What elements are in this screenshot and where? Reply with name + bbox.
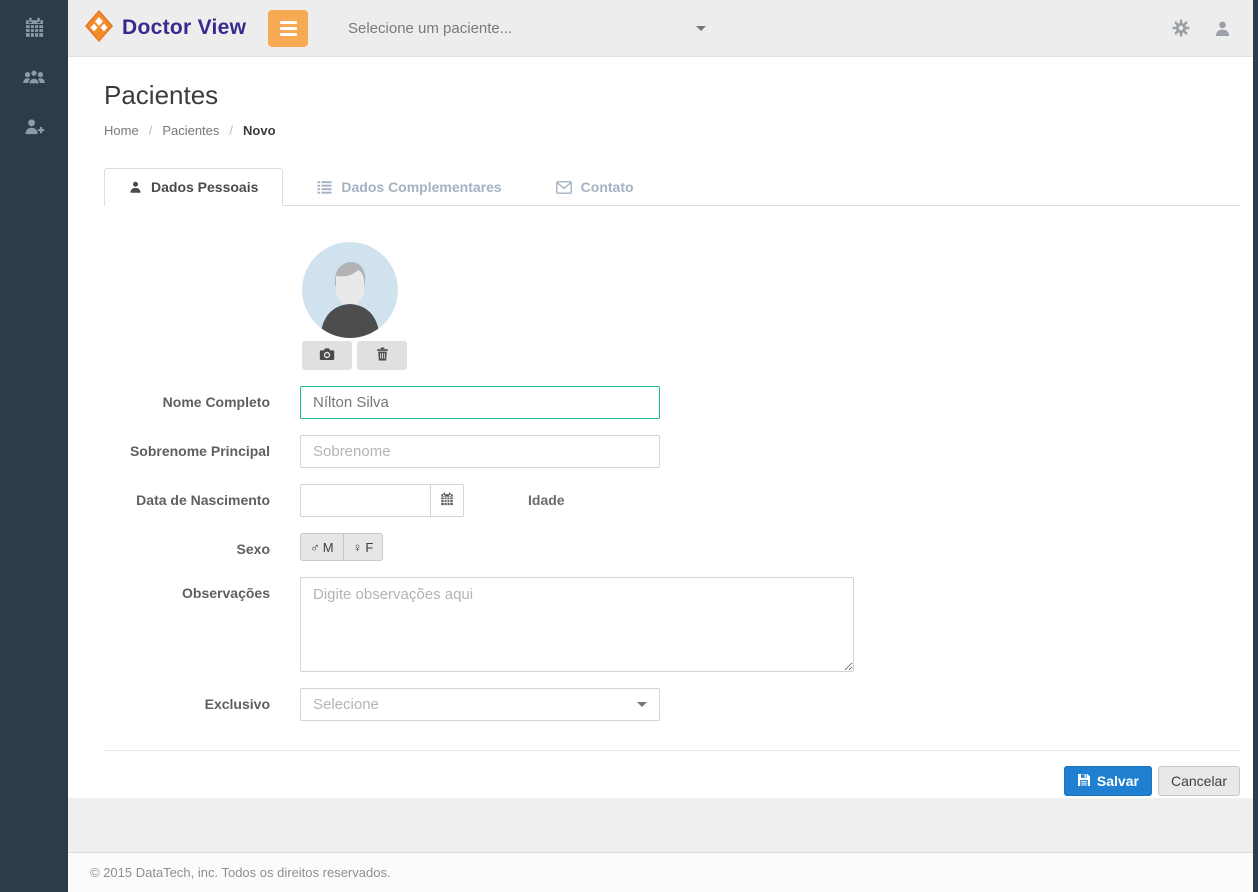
avatar-actions [302,341,1240,370]
calendar-icon [440,492,454,509]
list-icon [317,180,332,194]
sexo-female-button[interactable]: ♀ F [343,533,384,561]
male-label: M [323,540,334,555]
tab-panel-dados-pessoais: Nome Completo Sobrenome Principal Data d… [104,206,1240,796]
form-row-observacoes: Observações [104,577,1240,672]
female-icon: ♀ [353,540,363,555]
form-row-nascimento: Data de Nascimento [104,484,1240,517]
top-header: Doctor View Selecione um paciente... [68,0,1253,57]
app-window: Doctor View Selecione um paciente... [0,0,1258,892]
observacoes-label: Observações [104,577,270,601]
breadcrumb: Home / Pacientes / Novo [104,123,1240,138]
save-button[interactable]: Salvar [1064,766,1152,796]
scrollbar[interactable] [1253,0,1258,892]
breadcrumb-separator: / [149,123,153,138]
patient-photo-block [302,242,1240,370]
camera-icon [319,347,335,364]
idade-label: Idade [528,484,565,508]
breadcrumb-pacientes-link[interactable]: Pacientes [162,123,219,138]
cancel-button-label: Cancelar [1171,773,1227,789]
form-row-nome: Nome Completo [104,386,1240,419]
sidebar [0,0,68,892]
menu-toggle-button[interactable] [268,10,308,47]
chevron-down-icon [696,26,706,31]
sidebar-item-patients[interactable] [0,52,68,102]
date-input-group [300,484,464,517]
exclusivo-label: Exclusivo [104,688,270,712]
cancel-button[interactable]: Cancelar [1158,766,1240,796]
user-plus-icon [23,117,45,137]
tab-bar: Dados Pessoais Dados Complementares [104,168,1240,206]
patient-select-dropdown[interactable]: Selecione um paciente... [348,20,706,37]
nascimento-input[interactable] [300,484,430,517]
form-actions: Salvar Cancelar [104,751,1240,796]
trash-icon [376,347,389,364]
sidebar-item-agenda[interactable] [0,2,68,52]
female-label: F [365,540,373,555]
nome-label: Nome Completo [104,386,270,410]
page-footer: © 2015 DataTech, inc. Todos os direitos … [68,852,1253,892]
page-title: Pacientes [104,80,1240,111]
form-row-exclusivo: Exclusivo Selecione [104,688,1240,721]
gear-icon [1172,19,1190,37]
user-icon [1214,20,1231,37]
upload-photo-button[interactable] [302,341,352,370]
account-button[interactable] [1214,20,1231,37]
breadcrumb-current: Novo [243,123,276,138]
tab-contato[interactable]: Contato [536,169,654,205]
calendar-icon [24,17,45,38]
tab-label: Contato [581,179,634,195]
topbar-right [1172,19,1237,37]
sexo-toggle-group: ♂ M ♀ F [300,533,383,561]
sobrenome-input[interactable] [300,435,660,468]
brand-name: Doctor View [122,16,246,40]
brand-diamond-icon [84,9,114,48]
delete-photo-button[interactable] [357,341,407,370]
tab-dados-pessoais[interactable]: Dados Pessoais [104,168,283,206]
nascimento-label: Data de Nascimento [104,484,270,508]
tab-label: Dados Complementares [341,179,501,195]
breadcrumb-home-link[interactable]: Home [104,123,139,138]
sexo-male-button[interactable]: ♂ M [300,533,343,561]
copyright-text: © 2015 DataTech, inc. Todos os direitos … [90,865,391,880]
form-row-sobrenome: Sobrenome Principal [104,435,1240,468]
save-icon [1077,773,1091,790]
avatar [302,242,398,338]
exclusivo-placeholder: Selecione [313,696,379,713]
sidebar-item-new-patient[interactable] [0,102,68,152]
exclusivo-select[interactable]: Selecione [300,688,660,721]
observacoes-textarea[interactable] [300,577,854,672]
chevron-down-icon [637,702,647,707]
patient-select-placeholder: Selecione um paciente... [348,20,512,37]
form-row-sexo: Sexo ♂ M ♀ F [104,533,1240,561]
brand-logo[interactable]: Doctor View [84,9,266,48]
tab-dados-complementares[interactable]: Dados Complementares [297,169,521,205]
breadcrumb-separator: / [229,123,233,138]
user-icon [129,180,142,194]
users-icon [22,67,46,88]
hamburger-icon [280,21,297,36]
envelope-icon [556,181,572,194]
nome-input[interactable] [300,386,660,419]
main-content: Pacientes Home / Pacientes / Novo Dados … [68,58,1253,798]
datepicker-button[interactable] [430,484,464,517]
settings-button[interactable] [1172,19,1190,37]
save-button-label: Salvar [1097,773,1139,789]
sexo-label: Sexo [104,533,270,557]
content-bottom-band [68,798,1253,852]
male-icon: ♂ [310,540,320,555]
tab-label: Dados Pessoais [151,179,258,195]
sobrenome-label: Sobrenome Principal [104,435,270,459]
